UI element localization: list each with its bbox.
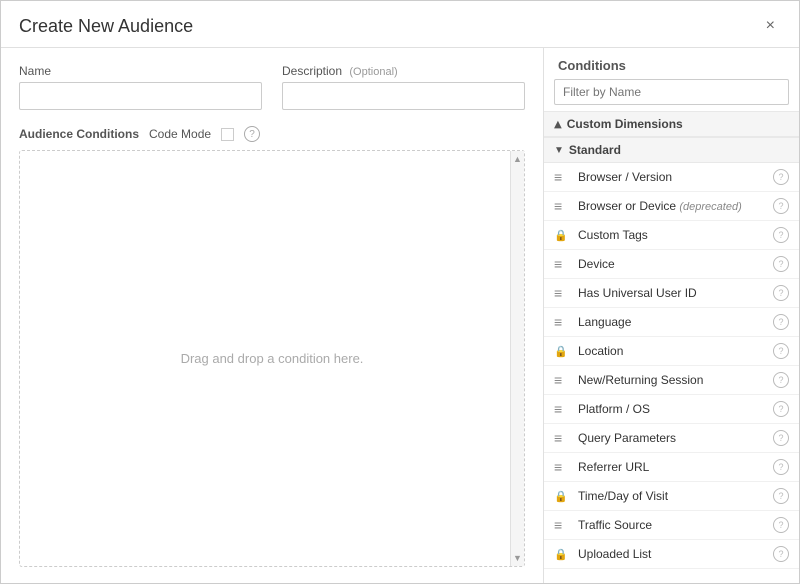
condition-item-language[interactable]: ≡ Language ? [544, 308, 799, 337]
group-label-standard: Standard [569, 143, 621, 157]
lines-icon-browser-version: ≡ [554, 169, 570, 185]
condition-help-device[interactable]: ? [773, 256, 789, 272]
create-audience-modal: Create New Audience × Name Description (… [0, 0, 800, 584]
modal-title: Create New Audience [19, 16, 193, 37]
condition-item-query-parameters[interactable]: ≡ Query Parameters ? [544, 424, 799, 453]
description-input[interactable] [282, 82, 525, 110]
condition-item-traffic-source[interactable]: ≡ Traffic Source ? [544, 511, 799, 540]
conditions-panel-header: Conditions [544, 48, 799, 79]
condition-name-browser-device: Browser or Device (deprecated) [578, 199, 773, 213]
condition-item-uploaded-list[interactable]: 🔒 Uploaded List ? [544, 540, 799, 569]
drop-zone-scrollbar[interactable]: ▲ ▼ [510, 151, 524, 566]
group-header-custom-dimensions[interactable]: ▶ Custom Dimensions [544, 111, 799, 137]
condition-help-browser-device[interactable]: ? [773, 198, 789, 214]
condition-name-language: Language [578, 315, 773, 329]
conditions-help-icon[interactable]: ? [244, 126, 260, 142]
condition-help-location[interactable]: ? [773, 343, 789, 359]
form-row: Name Description (Optional) [19, 64, 525, 110]
close-button[interactable]: × [760, 15, 781, 37]
condition-item-browser-version[interactable]: ≡ Browser / Version ? [544, 163, 799, 192]
condition-help-new-returning-session[interactable]: ? [773, 372, 789, 388]
condition-name-location: Location [578, 344, 773, 358]
condition-item-device[interactable]: ≡ Device ? [544, 250, 799, 279]
scroll-up-arrow[interactable]: ▲ [511, 151, 524, 167]
conditions-list: ▶ Custom Dimensions ▼ Standard ≡ Browser… [544, 111, 799, 583]
code-mode-label: Code Mode [149, 127, 211, 141]
condition-help-has-universal-user-id[interactable]: ? [773, 285, 789, 301]
audience-conditions-label: Audience Conditions [19, 127, 139, 141]
condition-name-platform-os: Platform / OS [578, 402, 773, 416]
condition-name-new-returning-session: New/Returning Session [578, 373, 773, 387]
filter-input-wrap [544, 79, 799, 111]
left-panel: Name Description (Optional) Audience Con… [1, 48, 544, 583]
right-panel: Conditions ▶ Custom Dimensions ▼ Standar… [544, 48, 799, 583]
lines-icon-traffic-source: ≡ [554, 517, 570, 533]
lock-icon-location: 🔒 [554, 345, 570, 358]
condition-item-custom-tags[interactable]: 🔒 Custom Tags ? [544, 221, 799, 250]
modal-body: Name Description (Optional) Audience Con… [1, 48, 799, 583]
description-group: Description (Optional) [282, 64, 525, 110]
condition-item-referrer-url[interactable]: ≡ Referrer URL ? [544, 453, 799, 482]
lines-icon-language: ≡ [554, 314, 570, 330]
drop-zone-text: Drag and drop a condition here. [181, 351, 364, 366]
condition-help-browser-version[interactable]: ? [773, 169, 789, 185]
modal-header: Create New Audience × [1, 1, 799, 48]
condition-help-uploaded-list[interactable]: ? [773, 546, 789, 562]
condition-help-referrer-url[interactable]: ? [773, 459, 789, 475]
scroll-down-arrow[interactable]: ▼ [511, 550, 524, 566]
lock-icon-uploaded-list: 🔒 [554, 548, 570, 561]
condition-help-query-parameters[interactable]: ? [773, 430, 789, 446]
condition-help-traffic-source[interactable]: ? [773, 517, 789, 533]
group-header-standard[interactable]: ▼ Standard [544, 137, 799, 163]
condition-name-browser-version: Browser / Version [578, 170, 773, 184]
condition-item-has-universal-user-id[interactable]: ≡ Has Universal User ID ? [544, 279, 799, 308]
group-arrow-custom-dimensions: ▶ [552, 120, 563, 128]
group-arrow-standard: ▼ [554, 145, 564, 156]
condition-help-platform-os[interactable]: ? [773, 401, 789, 417]
condition-help-language[interactable]: ? [773, 314, 789, 330]
condition-item-time-day-of-visit[interactable]: 🔒 Time/Day of Visit ? [544, 482, 799, 511]
name-input[interactable] [19, 82, 262, 110]
filter-input[interactable] [554, 79, 789, 105]
description-label: Description (Optional) [282, 64, 525, 78]
lock-icon-time-day-of-visit: 🔒 [554, 490, 570, 503]
lines-icon-query-parameters: ≡ [554, 430, 570, 446]
lines-icon-has-universal-user-id: ≡ [554, 285, 570, 301]
lines-icon-device: ≡ [554, 256, 570, 272]
lines-icon-referrer-url: ≡ [554, 459, 570, 475]
condition-item-location[interactable]: 🔒 Location ? [544, 337, 799, 366]
condition-name-has-universal-user-id: Has Universal User ID [578, 286, 773, 300]
lock-icon-custom-tags: 🔒 [554, 229, 570, 242]
code-mode-checkbox[interactable] [221, 128, 234, 141]
condition-item-new-returning-session[interactable]: ≡ New/Returning Session ? [544, 366, 799, 395]
conditions-header: Audience Conditions Code Mode ? [19, 126, 525, 142]
drop-zone: Drag and drop a condition here. ▲ ▼ [19, 150, 525, 567]
condition-item-browser-device[interactable]: ≡ Browser or Device (deprecated) ? [544, 192, 799, 221]
condition-name-device: Device [578, 257, 773, 271]
lines-icon-platform-os: ≡ [554, 401, 570, 417]
condition-name-referrer-url: Referrer URL [578, 460, 773, 474]
lines-icon-new-returning-session: ≡ [554, 372, 570, 388]
condition-help-time-day-of-visit[interactable]: ? [773, 488, 789, 504]
name-label: Name [19, 64, 262, 78]
condition-name-traffic-source: Traffic Source [578, 518, 773, 532]
condition-name-time-day-of-visit: Time/Day of Visit [578, 489, 773, 503]
condition-name-query-parameters: Query Parameters [578, 431, 773, 445]
condition-help-custom-tags[interactable]: ? [773, 227, 789, 243]
lines-icon-browser-device: ≡ [554, 198, 570, 214]
condition-item-platform-os[interactable]: ≡ Platform / OS ? [544, 395, 799, 424]
condition-name-uploaded-list: Uploaded List [578, 547, 773, 561]
condition-name-custom-tags: Custom Tags [578, 228, 773, 242]
name-group: Name [19, 64, 262, 110]
group-label-custom-dimensions: Custom Dimensions [567, 117, 683, 131]
